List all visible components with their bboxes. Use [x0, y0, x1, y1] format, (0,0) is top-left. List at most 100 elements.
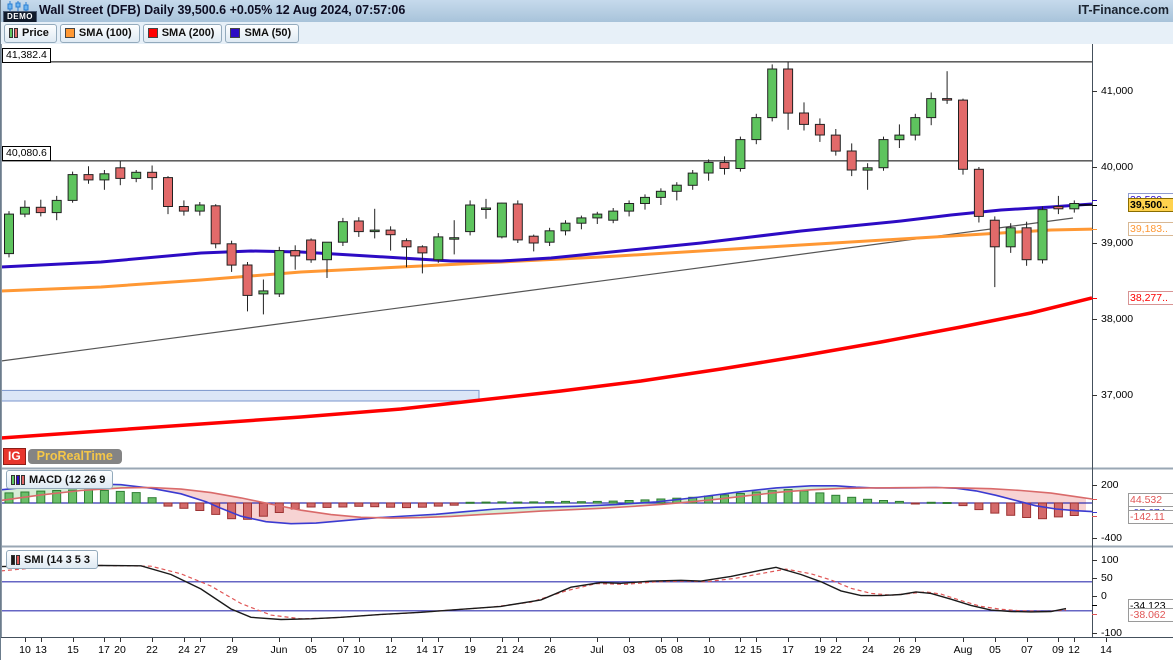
- time-tick-label: 15: [743, 644, 769, 656]
- time-tick: [200, 638, 201, 642]
- level-label-40080[interactable]: 40,080.6: [2, 146, 51, 161]
- time-tick: [25, 638, 26, 642]
- time-tick-label: Aug: [950, 644, 976, 656]
- time-tick-label: 20: [107, 644, 133, 656]
- axis-tick: [1092, 578, 1097, 579]
- time-tick: [232, 638, 233, 642]
- time-tick: [120, 638, 121, 642]
- axis-tick: [1092, 319, 1097, 320]
- time-tick: [152, 638, 153, 642]
- time-tick: [915, 638, 916, 642]
- price-tick-label: 37,000: [1101, 389, 1133, 401]
- axis-tick: [1092, 167, 1097, 168]
- axis-tick: [1092, 485, 1097, 486]
- time-tick-label: 08: [664, 644, 690, 656]
- axis-tick: [1092, 614, 1097, 615]
- time-tick: [1074, 638, 1075, 642]
- axis-tick: [1092, 205, 1097, 206]
- time-tick-label: 05: [982, 644, 1008, 656]
- macd-value-label: 44.532: [1128, 493, 1173, 507]
- time-tick-label: 15: [60, 644, 86, 656]
- time-tick-label: 03: [616, 644, 642, 656]
- macd-value-label: -142.11: [1128, 510, 1173, 524]
- time-tick: [836, 638, 837, 642]
- axis-tick: [1092, 560, 1097, 561]
- time-tick: [41, 638, 42, 642]
- time-tick: [788, 638, 789, 642]
- smi-tick-label: -100: [1101, 627, 1122, 639]
- time-tick: [963, 638, 964, 642]
- time-tick: [391, 638, 392, 642]
- price-tick-label: 39,000: [1101, 237, 1133, 249]
- time-tick-label: 26: [537, 644, 563, 656]
- axis-tick: [1092, 395, 1097, 396]
- time-tick-label: 07: [1014, 644, 1040, 656]
- price-tick-label: 41,000: [1101, 85, 1133, 97]
- axis-tick: [1092, 200, 1097, 201]
- time-tick: [995, 638, 996, 642]
- macd-label-text: MACD (12 26 9: [29, 474, 105, 486]
- time-tick: [184, 638, 185, 642]
- smi-icon: [11, 555, 20, 565]
- time-tick-label: 29: [219, 644, 245, 656]
- time-tick: [438, 638, 439, 642]
- time-tick-label: 17: [425, 644, 451, 656]
- time-tick: [470, 638, 471, 642]
- axis-tick: [1092, 596, 1097, 597]
- time-tick-label: 17: [775, 644, 801, 656]
- time-tick: [422, 638, 423, 642]
- time-tick: [359, 638, 360, 642]
- prorealtime-wordmark: ProRealTime: [28, 449, 122, 464]
- price-value-label: 39,183..: [1128, 222, 1173, 236]
- smi-value-label: -38.062: [1128, 608, 1173, 622]
- axis-tick: [1092, 499, 1097, 500]
- time-tick: [740, 638, 741, 642]
- time-tick: [1058, 638, 1059, 642]
- time-tick: [279, 638, 280, 642]
- time-tick: [597, 638, 598, 642]
- time-tick: [73, 638, 74, 642]
- axis-tick: [1092, 229, 1097, 230]
- time-tick-label: 14: [1093, 644, 1119, 656]
- level-label-41382[interactable]: 41,382.4: [2, 48, 51, 63]
- time-tick: [677, 638, 678, 642]
- time-tick: [661, 638, 662, 642]
- time-tick: [550, 638, 551, 642]
- time-tick-label: 22: [139, 644, 165, 656]
- time-tick-label: 19: [457, 644, 483, 656]
- axis-tick: [1092, 512, 1097, 513]
- smi-label-text: SMI (14 3 5 3: [24, 554, 90, 566]
- macd-tick-label: 200: [1101, 479, 1119, 491]
- axis-tick: [1092, 243, 1097, 244]
- axis-tick: [1092, 516, 1097, 517]
- axis-tick: [1092, 633, 1097, 634]
- time-tick-label: 24: [855, 644, 881, 656]
- macd-indicator-label[interactable]: MACD (12 26 9: [6, 470, 113, 489]
- time-tick: [343, 638, 344, 642]
- time-tick-label: 12: [1061, 644, 1087, 656]
- price-value-label: 39,500..: [1128, 198, 1173, 212]
- axis-tick: [1092, 91, 1097, 92]
- time-tick: [820, 638, 821, 642]
- macd-icon: [11, 475, 25, 485]
- time-tick: [709, 638, 710, 642]
- smi-tick-label: 0: [1101, 590, 1107, 602]
- axis-tick: [1092, 298, 1097, 299]
- chart-window: DEMO Wall Street (DFB) Daily 39,500.6 +0…: [0, 0, 1173, 660]
- time-tick-label: 05: [298, 644, 324, 656]
- axis-tick: [1092, 538, 1097, 539]
- time-tick: [756, 638, 757, 642]
- time-tick-label: 27: [187, 644, 213, 656]
- time-tick: [899, 638, 900, 642]
- time-tick-label: 12: [378, 644, 404, 656]
- price-chart-canvas[interactable]: [1, 0, 1173, 660]
- time-tick: [1106, 638, 1107, 642]
- ig-logo: IG: [3, 448, 26, 465]
- time-tick-label: Jun: [266, 644, 292, 656]
- smi-tick-label: 50: [1101, 572, 1113, 584]
- time-tick: [311, 638, 312, 642]
- axis-tick: [1092, 605, 1097, 606]
- price-tick-label: 40,000: [1101, 161, 1133, 173]
- smi-indicator-label[interactable]: SMI (14 3 5 3: [6, 550, 98, 569]
- time-tick: [104, 638, 105, 642]
